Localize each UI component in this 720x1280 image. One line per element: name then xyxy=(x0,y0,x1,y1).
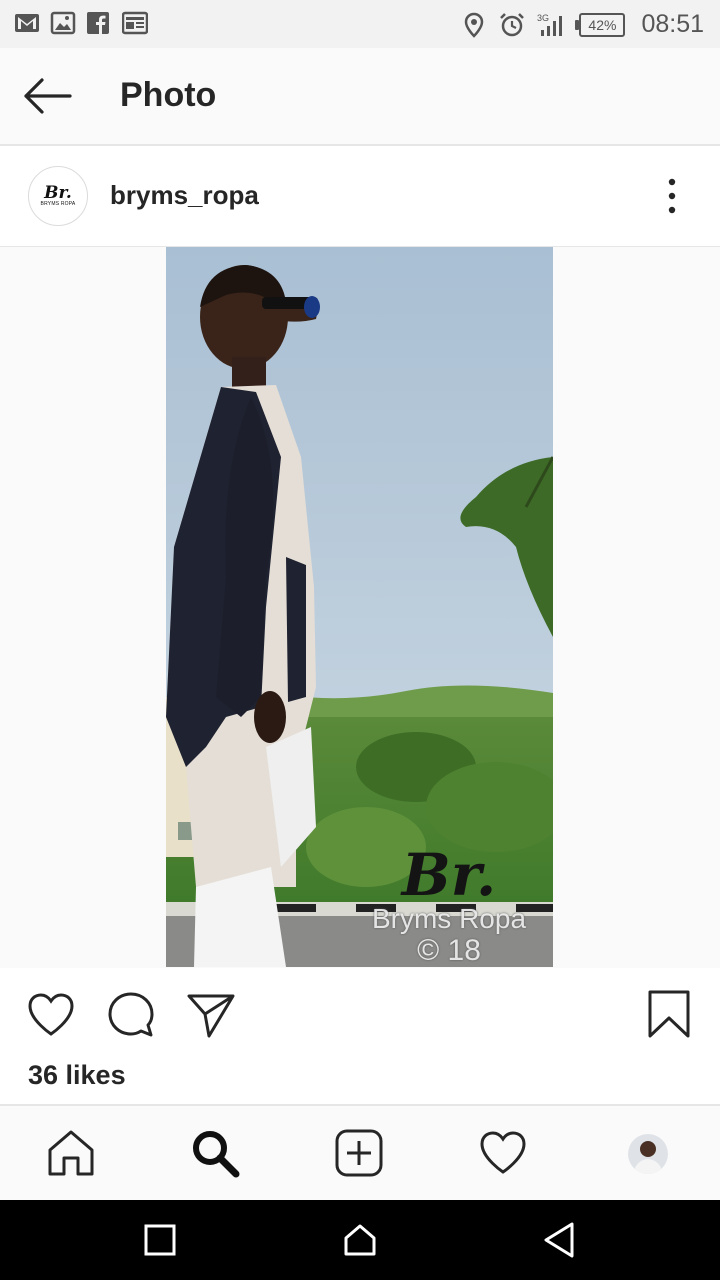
watermark-copyright: © 18 xyxy=(417,934,481,967)
system-navigation-bar xyxy=(0,1200,720,1280)
home-icon[interactable] xyxy=(46,1128,96,1178)
notification-icons xyxy=(14,10,148,36)
likes-count[interactable]: 36 likes xyxy=(28,1060,126,1091)
post-actions: 36 likes xyxy=(0,968,720,1104)
watermark-brand: Bryms Ropa xyxy=(371,903,527,934)
profile-photo xyxy=(628,1134,668,1174)
gallery-icon xyxy=(50,11,76,35)
search-icon[interactable] xyxy=(190,1128,240,1178)
gmail-icon xyxy=(15,14,39,32)
recents-icon[interactable] xyxy=(140,1220,180,1260)
system-status: 3G 42% 08:51 xyxy=(461,10,704,39)
post-image-area: Br. Bryms Ropa © 18 xyxy=(0,247,720,967)
signal-icon: 3G xyxy=(537,13,563,36)
news-icon xyxy=(122,11,148,35)
avatar-logo-mark: Br. xyxy=(44,183,72,203)
location-icon xyxy=(465,12,484,38)
bookmark-icon[interactable] xyxy=(644,990,694,1040)
home-icon[interactable] xyxy=(340,1220,380,1260)
bottom-nav xyxy=(0,1104,720,1202)
clock: 08:51 xyxy=(641,10,704,38)
watermark-mark: Br. xyxy=(401,841,497,909)
status-bar: 3G 42% 08:51 xyxy=(0,0,720,48)
app-header: Photo xyxy=(0,48,720,146)
activity-icon[interactable] xyxy=(478,1128,528,1178)
username[interactable]: bryms_ropa xyxy=(110,180,259,211)
post-header: Br. BRYMS ROPA bryms_ropa xyxy=(0,146,720,247)
heart-icon[interactable] xyxy=(26,990,76,1040)
battery-indicator: 42% xyxy=(575,12,626,37)
facebook-icon xyxy=(87,12,109,34)
share-icon[interactable] xyxy=(186,990,236,1040)
comment-icon[interactable] xyxy=(106,990,156,1040)
profile-avatar[interactable] xyxy=(628,1134,668,1174)
avatar-logo-text: BRYMS ROPA xyxy=(40,201,76,207)
svg-text:3G: 3G xyxy=(537,13,549,23)
more-vertical-icon[interactable] xyxy=(660,176,684,216)
user-avatar[interactable]: Br. BRYMS ROPA xyxy=(28,166,88,226)
arrow-left-icon[interactable] xyxy=(22,76,74,116)
page-title: Photo xyxy=(120,76,217,114)
add-icon[interactable] xyxy=(334,1128,384,1178)
post-image[interactable]: Br. Bryms Ropa © 18 xyxy=(166,247,553,967)
back-icon[interactable] xyxy=(540,1220,580,1260)
alarm-icon xyxy=(500,12,525,36)
photo-watermark: Br. Bryms Ropa © 18 xyxy=(354,841,544,967)
